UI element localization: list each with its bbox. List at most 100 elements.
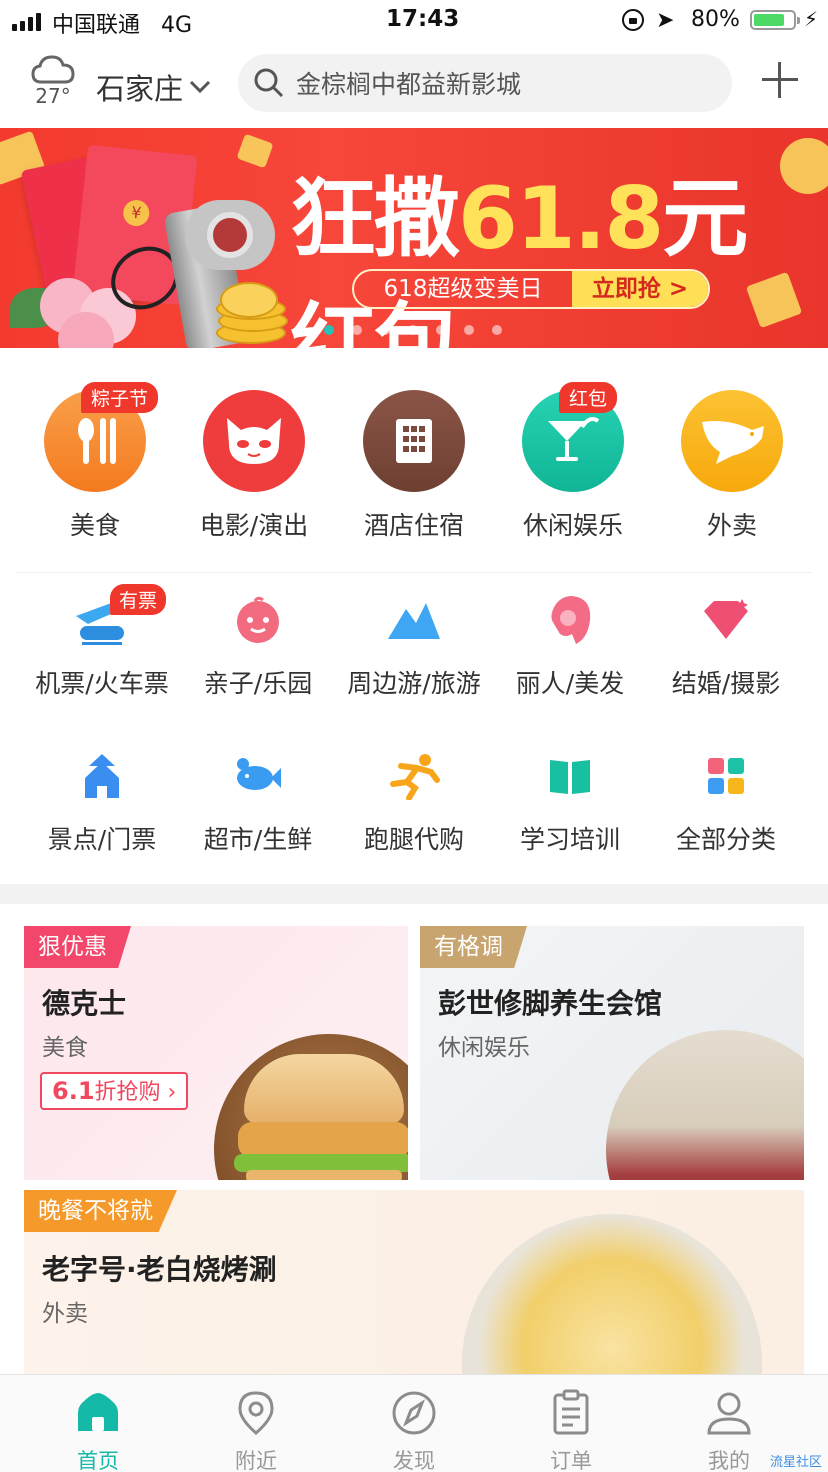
carousel-dot[interactable]	[408, 325, 418, 335]
status-time: 17:43	[386, 6, 460, 32]
category-errand[interactable]: 跑腿代购	[336, 746, 492, 856]
signal-icon	[12, 11, 41, 31]
promo-card-spa[interactable]: 有格调 彭世修脚养生会馆 休闲娱乐	[420, 926, 804, 1180]
tab-nearby[interactable]: 附近	[196, 1389, 316, 1472]
category-supermarket[interactable]: 超市/生鲜	[180, 746, 336, 856]
category-label: 美食	[69, 511, 120, 540]
banner-cta-label: 618超级变美日	[383, 276, 543, 302]
baby-face-icon	[237, 596, 279, 643]
carrier-name: 中国联通 4G	[52, 13, 193, 38]
fried-rice-image	[462, 1214, 762, 1380]
category-label: 机票/火车票	[35, 669, 169, 698]
category-label: 外卖	[706, 511, 757, 540]
weather-widget[interactable]: 27°	[30, 52, 76, 108]
promo-banner[interactable]: 狂撒61.8元红包 618超级变美日 立即抢 >	[0, 128, 828, 348]
category-label: 丽人/美发	[515, 669, 625, 698]
red-packet-tag: 红包	[559, 382, 618, 413]
tab-label: 发现	[393, 1449, 435, 1472]
category-hotel[interactable]: 酒店住宿	[344, 390, 484, 542]
category-attractions[interactable]: 景点/门票	[24, 746, 180, 856]
carousel-indicator[interactable]	[324, 325, 502, 335]
tab-discover[interactable]: 发现	[354, 1389, 474, 1472]
carousel-dot[interactable]	[380, 325, 390, 335]
charging-icon: ⚡	[804, 7, 819, 31]
search-icon	[254, 68, 284, 98]
category-food[interactable]: 粽子节 美食	[25, 382, 165, 542]
card-subtitle: 外卖	[42, 1301, 88, 1327]
plus-icon[interactable]	[762, 62, 798, 98]
book-icon	[550, 760, 590, 794]
city-name: 石家庄	[96, 72, 184, 106]
tab-label: 首页	[77, 1449, 119, 1472]
gold-coins-image	[214, 278, 294, 348]
fish-icon	[237, 758, 281, 790]
temple-icon	[85, 754, 119, 798]
compass-icon	[392, 1391, 436, 1435]
carousel-dot[interactable]	[324, 325, 334, 335]
status-bar: 中国联通 4G 17:43 ➤ 80% ⚡	[0, 0, 828, 40]
carousel-dot[interactable]	[492, 325, 502, 335]
category-delivery[interactable]: 外卖	[662, 390, 802, 542]
hair-dryer-head	[185, 200, 275, 270]
user-icon	[707, 1392, 751, 1435]
cocktail-icon	[548, 417, 600, 461]
category-label: 酒店住宿	[363, 511, 464, 540]
discount-button[interactable]: 6.1折抢购 ›	[40, 1072, 189, 1110]
diamond-icon	[704, 599, 748, 639]
runner-icon	[390, 754, 440, 800]
category-label: 超市/生鲜	[203, 825, 313, 854]
banner-cta[interactable]: 618超级变美日 立即抢 >	[352, 269, 710, 309]
banner-headline: 狂撒61.8元红包	[290, 169, 748, 348]
clipboard-icon	[553, 1389, 589, 1435]
search-placeholder: 金棕榈中都益新影城	[296, 70, 522, 99]
grid-icon	[708, 758, 744, 794]
category-leisure[interactable]: 红包 休闲娱乐	[503, 382, 643, 542]
card-badge: 狠优惠	[24, 926, 131, 968]
divider	[16, 572, 812, 573]
sub-categories: 有票 机票/火车票 亲子/乐园 周边游/旅游 丽人/美发 结婚/摄影 景点/门票…	[0, 584, 828, 880]
card-title: 老字号·老白烧烤涮	[42, 1253, 277, 1286]
location-pin-icon	[238, 1391, 274, 1435]
category-all[interactable]: 全部分类	[648, 746, 804, 856]
ticket-available-tag: 有票	[110, 584, 167, 615]
section-separator	[0, 884, 828, 904]
category-label: 学习培训	[519, 825, 620, 854]
carousel-dot[interactable]	[436, 325, 446, 335]
search-bar[interactable]: 金棕榈中都益新影城	[238, 54, 732, 112]
category-label: 周边游/旅游	[347, 669, 481, 698]
category-beauty[interactable]: 丽人/美发	[492, 590, 648, 700]
promo-card-dicos[interactable]: 狠优惠 德克士 美食 6.1折抢购 ›	[24, 926, 408, 1180]
promo-card-bbq[interactable]: 晚餐不将就 老字号·老白烧烤涮 外卖	[24, 1190, 804, 1380]
header: 27° 石家庄 金棕榈中都益新影城	[0, 44, 828, 124]
category-label: 全部分类	[675, 825, 776, 854]
carousel-dot[interactable]	[352, 325, 362, 335]
card-subtitle: 美食	[42, 1035, 88, 1061]
category-movie[interactable]: 电影/演出	[184, 390, 324, 542]
category-label: 电影/演出	[199, 511, 309, 540]
category-label: 休闲娱乐	[522, 511, 623, 540]
card-title: 德克士	[42, 987, 127, 1020]
category-flight-train[interactable]: 有票 机票/火车票	[24, 584, 180, 700]
chevron-down-icon	[189, 80, 211, 94]
tab-home[interactable]: 首页	[38, 1389, 158, 1472]
grab-now-button[interactable]: 立即抢 >	[572, 271, 708, 307]
kangaroo-icon	[702, 421, 764, 464]
home-icon	[78, 1393, 118, 1431]
building-icon	[396, 419, 432, 463]
category-travel[interactable]: 周边游/旅游	[336, 590, 492, 700]
category-education[interactable]: 学习培训	[492, 746, 648, 856]
location-arrow-icon: ➤	[656, 8, 675, 33]
category-wedding[interactable]: 结婚/摄影	[648, 590, 804, 700]
woman-hair-icon	[551, 596, 591, 644]
category-label: 景点/门票	[47, 825, 157, 854]
category-family-park[interactable]: 亲子/乐园	[180, 590, 336, 700]
card-badge: 晚餐不将就	[24, 1190, 177, 1232]
festival-tag: 粽子节	[81, 382, 159, 413]
city-selector[interactable]: 石家庄	[96, 66, 211, 108]
burger-image	[214, 1034, 408, 1180]
category-label: 亲子/乐园	[203, 669, 313, 698]
tab-orders[interactable]: 订单	[511, 1389, 631, 1472]
category-label: 跑腿代购	[363, 825, 464, 854]
fork-spoon-icon	[78, 418, 116, 464]
carousel-dot[interactable]	[464, 325, 474, 335]
